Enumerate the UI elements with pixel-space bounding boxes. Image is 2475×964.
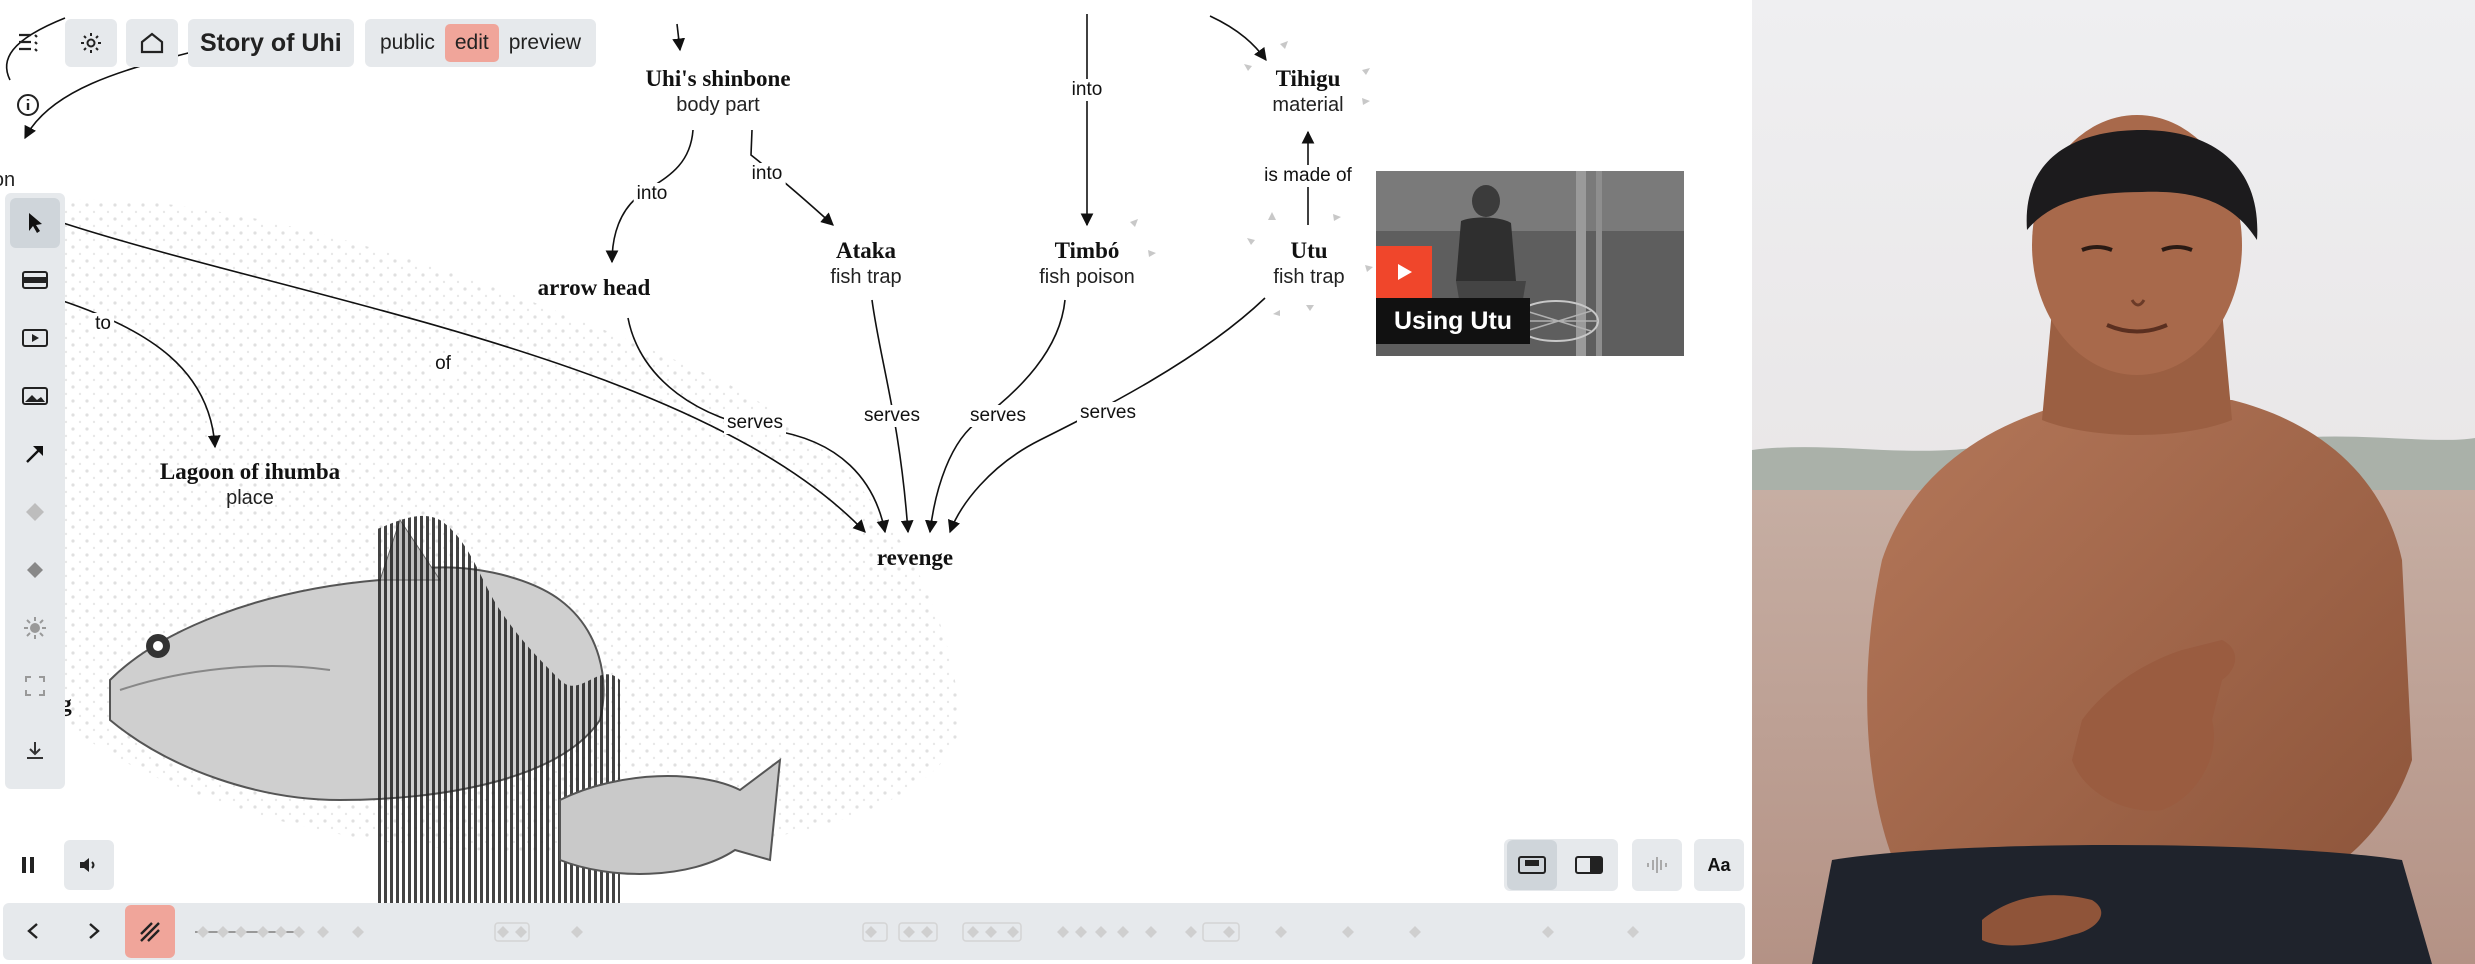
node-arrow-head[interactable]: arrow head bbox=[538, 274, 651, 302]
layout-switcher bbox=[1504, 839, 1618, 891]
home-icon bbox=[140, 32, 164, 54]
node-title: arrow head bbox=[537, 275, 651, 300]
tool-frame[interactable] bbox=[10, 661, 60, 711]
node-timbo[interactable]: Timbó fish poison bbox=[1039, 237, 1135, 289]
edge-label-is-made-of: is made of bbox=[1261, 165, 1355, 187]
edge-label-into: into bbox=[1068, 79, 1106, 101]
prev-button[interactable] bbox=[8, 906, 58, 956]
next-button[interactable] bbox=[69, 906, 119, 956]
node-subtitle: body part bbox=[676, 94, 760, 116]
layout-split-button[interactable] bbox=[1564, 840, 1614, 890]
node-utu[interactable]: Utu fish trap bbox=[1273, 237, 1344, 289]
node-title: Tihigu bbox=[1275, 66, 1341, 91]
card-icon bbox=[22, 271, 48, 289]
tool-download[interactable] bbox=[10, 725, 60, 775]
edge-label-serves: serves bbox=[1077, 402, 1139, 424]
mode-edit[interactable]: edit bbox=[444, 24, 499, 62]
edge-to-tihigu bbox=[1209, 15, 1267, 62]
node-subtitle: place bbox=[226, 487, 274, 509]
chevron-right-icon bbox=[89, 923, 100, 939]
video-caption: Using Utu bbox=[1376, 298, 1531, 344]
edge-label-into: into bbox=[633, 183, 671, 205]
sun-icon bbox=[24, 617, 46, 639]
download-icon bbox=[27, 742, 43, 759]
video-icon bbox=[22, 329, 48, 347]
pause-button[interactable] bbox=[3, 840, 53, 890]
layout-overlay-icon bbox=[1518, 856, 1546, 874]
menu-button[interactable] bbox=[3, 17, 53, 67]
speaker-video bbox=[1752, 0, 2475, 964]
speaker-icon bbox=[80, 858, 95, 872]
gear-icon bbox=[81, 33, 101, 53]
edge-label-to: to bbox=[92, 313, 114, 335]
node-title: Ataka bbox=[835, 238, 897, 263]
edge-label-of: of bbox=[432, 353, 454, 375]
mode-preview[interactable]: preview bbox=[499, 24, 591, 62]
node-subtitle: material bbox=[1272, 94, 1344, 116]
node-title: Timbó bbox=[1054, 238, 1120, 263]
node-tihigu[interactable]: Tihigu material bbox=[1272, 65, 1343, 117]
image-icon bbox=[22, 387, 48, 405]
mode-switcher: public edit preview bbox=[365, 19, 597, 67]
node-subtitle: fish trap bbox=[830, 266, 902, 288]
edge-into-top bbox=[672, 23, 686, 52]
chevron-left-icon bbox=[27, 923, 38, 939]
select-icon bbox=[29, 213, 42, 233]
menu-icon bbox=[19, 33, 38, 52]
tool-image[interactable] bbox=[10, 371, 60, 421]
mode-public[interactable]: public bbox=[370, 24, 445, 62]
node-clipped-on: on bbox=[0, 168, 15, 192]
arrow-icon bbox=[26, 446, 43, 463]
timeline-track bbox=[195, 922, 1639, 942]
node-lagoon[interactable]: Lagoon of ihumba place bbox=[160, 458, 340, 510]
edge-label-serves: serves bbox=[861, 405, 923, 427]
node-subtitle: fish poison bbox=[1039, 266, 1135, 288]
node-subtitle: fish trap bbox=[1273, 266, 1345, 288]
node-title: Lagoon of ihumba bbox=[159, 459, 341, 484]
timeline-mode-button[interactable] bbox=[125, 905, 175, 958]
edge-to-lagoon bbox=[59, 299, 221, 449]
tool-arrow[interactable] bbox=[10, 429, 60, 479]
video-card[interactable]: Using Utu bbox=[1376, 171, 1684, 356]
left-toolbar bbox=[5, 193, 65, 789]
tool-sun[interactable] bbox=[10, 603, 60, 653]
diamond-icon bbox=[27, 562, 43, 578]
waveform-icon bbox=[1647, 857, 1667, 873]
node-uhi-shinbone[interactable]: Uhi's shinbone body part bbox=[645, 65, 790, 117]
edge-label-serves: serves bbox=[724, 412, 786, 434]
tool-diamond[interactable] bbox=[10, 545, 60, 595]
timeline[interactable] bbox=[3, 903, 1745, 960]
tool-video[interactable] bbox=[10, 313, 60, 363]
node-revenge[interactable]: revenge bbox=[877, 544, 953, 572]
node-title: revenge bbox=[876, 545, 954, 570]
home-button[interactable] bbox=[126, 19, 178, 67]
play-icon bbox=[1398, 264, 1412, 280]
node-subtitle: on bbox=[0, 169, 16, 191]
play-button[interactable] bbox=[1376, 246, 1432, 298]
info-button[interactable] bbox=[3, 80, 53, 130]
node-title: Utu bbox=[1290, 238, 1328, 263]
story-title[interactable]: Story of Uhi bbox=[188, 19, 354, 67]
tool-blur[interactable] bbox=[10, 487, 60, 537]
layout-overlay-button[interactable] bbox=[1507, 840, 1557, 890]
pause-icon bbox=[22, 857, 34, 873]
edge-label-serves: serves bbox=[967, 405, 1029, 427]
edge-label-into: into bbox=[748, 163, 786, 185]
settings-button[interactable] bbox=[65, 19, 117, 67]
layout-split-icon bbox=[1575, 856, 1603, 874]
keyframes-icon bbox=[140, 921, 160, 942]
tool-select[interactable] bbox=[10, 198, 60, 248]
volume-button[interactable] bbox=[64, 840, 114, 890]
audio-wave-button[interactable] bbox=[1632, 839, 1682, 891]
frame-icon bbox=[25, 676, 45, 696]
node-ataka[interactable]: Ataka fish trap bbox=[830, 237, 901, 289]
blur-icon bbox=[26, 503, 44, 521]
node-title: Uhi's shinbone bbox=[645, 66, 791, 91]
story-canvas[interactable]: Uhi's shinbone body part Tihigu material… bbox=[0, 0, 1750, 964]
font-button[interactable]: Aa bbox=[1694, 839, 1744, 891]
tool-card[interactable] bbox=[10, 255, 60, 305]
info-icon bbox=[17, 94, 39, 116]
